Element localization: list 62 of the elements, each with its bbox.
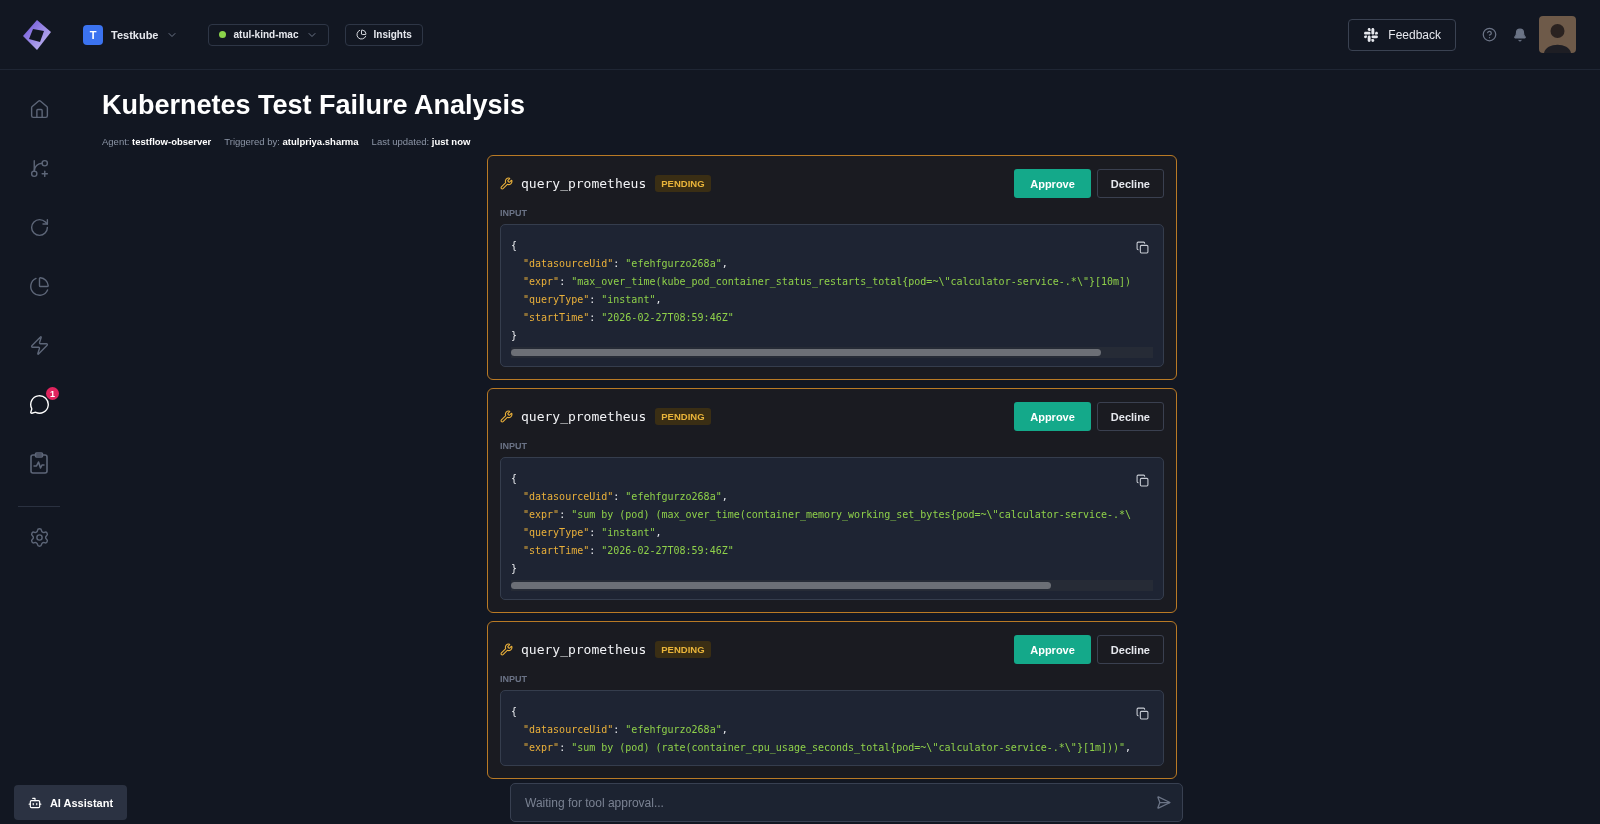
decline-button[interactable]: Decline	[1096, 635, 1164, 664]
code-line: "queryType": "instant",	[522, 293, 662, 307]
bell-icon[interactable]	[1513, 27, 1527, 42]
status-badge: PENDING	[655, 408, 711, 425]
branch-icon[interactable]	[28, 157, 50, 179]
avatar[interactable]	[1539, 16, 1576, 53]
wrench-icon	[500, 643, 513, 656]
meta-info: Last updated: just now	[371, 136, 471, 147]
insights-button[interactable]: Insights	[344, 23, 423, 46]
code-line: }	[511, 562, 518, 576]
tool-name: query_prometheus	[521, 409, 647, 424]
environment-selector[interactable]: atul-kind-mac	[208, 23, 329, 46]
send-icon[interactable]	[1156, 795, 1171, 810]
ai-assistant-button[interactable]: AI Assistant	[14, 785, 127, 820]
page-title: Kubernetes Test Failure Analysis	[102, 89, 527, 122]
tool-name: query_prometheus	[521, 176, 647, 191]
help-icon[interactable]	[1482, 27, 1497, 42]
robot-icon	[27, 795, 42, 810]
code-line: {	[511, 472, 518, 486]
settings-icon[interactable]	[28, 526, 50, 548]
code-line: "startTime": "2026-02-27T08:59:46Z"	[522, 544, 734, 558]
notification-badge: 1	[46, 387, 59, 400]
scrollbar[interactable]	[511, 580, 1153, 591]
meta-info: Triggered by: atulpriya.sharma	[224, 136, 359, 147]
copy-icon[interactable]	[1136, 707, 1149, 720]
workspace-selector[interactable]: T Testkube	[83, 24, 179, 45]
copy-icon[interactable]	[1136, 474, 1149, 487]
meta-info: Agent: testflow-observer	[102, 136, 212, 147]
clipboard-pulse-icon[interactable]	[29, 452, 49, 474]
code-line: {	[511, 705, 518, 719]
code-line: }	[511, 329, 518, 343]
status-badge: PENDING	[655, 641, 711, 658]
logo-icon[interactable]	[20, 17, 54, 52]
slack-icon	[1363, 26, 1380, 43]
code-line: "expr": "max_over_time(kube_pod_container_status_restarts_total{pod=~\"calculator-service-.*\"}[10m])	[522, 275, 1132, 290]
code-line: {	[511, 239, 518, 253]
status-badge: PENDING	[655, 175, 711, 192]
chat-input[interactable]: Waiting for tool approval...	[510, 783, 1183, 822]
scrollbar[interactable]	[511, 347, 1153, 358]
decline-button[interactable]: Decline	[1096, 169, 1164, 198]
code-line: "datasourceUid": "efehfgurzo268a",	[522, 257, 728, 271]
lightning-icon[interactable]	[28, 334, 50, 356]
code-line: "queryType": "instant",	[522, 526, 662, 540]
code-line: "expr": "sum by (pod) (max_over_time(container_memory_working_set_bytes{pod=~\"calculator-service-.*\	[522, 508, 1132, 523]
pie-chart-icon	[355, 29, 367, 40]
input-label: INPUT	[500, 208, 528, 218]
decline-button[interactable]: Decline	[1096, 402, 1164, 431]
tool-name: query_prometheus	[521, 642, 647, 657]
code-line: "datasourceUid": "efehfgurzo268a",	[522, 490, 728, 504]
chat-icon[interactable]	[28, 393, 50, 415]
wrench-icon	[500, 410, 513, 423]
code-line: "datasourceUid": "efehfgurzo268a",	[522, 723, 728, 737]
pie-chart-icon[interactable]	[28, 275, 50, 297]
code-line: "startTime": "2026-02-27T08:59:46Z"	[522, 311, 734, 325]
refresh-icon[interactable]	[28, 216, 50, 238]
copy-icon[interactable]	[1136, 241, 1149, 254]
home-icon[interactable]	[28, 98, 50, 120]
input-label: INPUT	[500, 674, 528, 684]
code-line: "expr": "sum by (pod) (rate(container_cpu_usage_seconds_total{pod=~\"calculator-service-.*\"}[1m]))",	[522, 741, 1132, 756]
input-label: INPUT	[500, 441, 528, 451]
feedback-button[interactable]: Feedback	[1348, 18, 1456, 51]
wrench-icon	[500, 177, 513, 190]
